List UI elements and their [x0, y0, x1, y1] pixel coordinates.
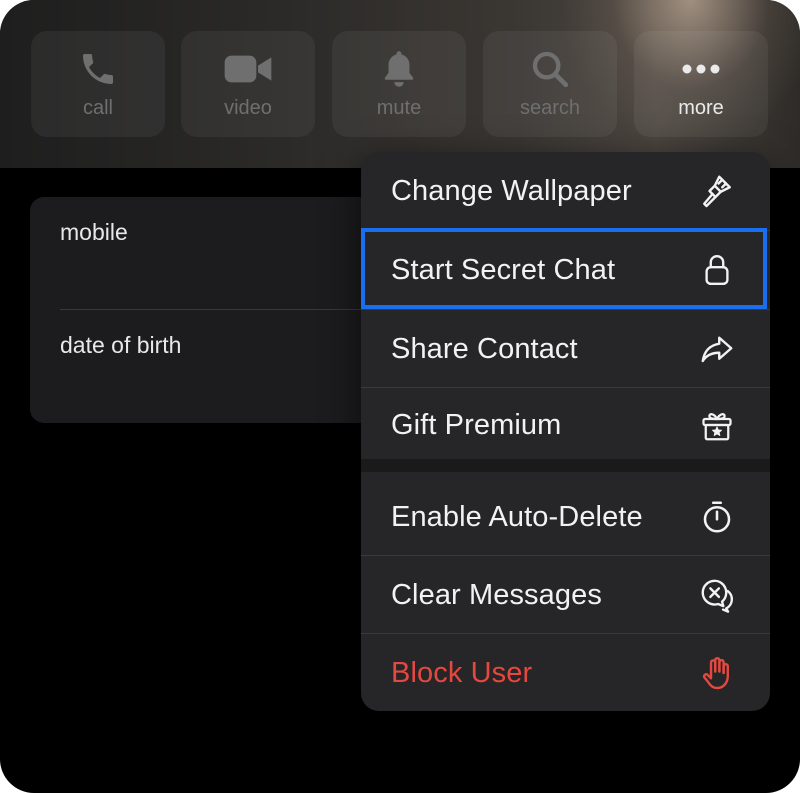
- search-icon: [530, 49, 570, 89]
- action-row: call video mute search more: [0, 0, 800, 168]
- more-options-menu: Change Wallpaper Start Secret Chat Share…: [361, 152, 770, 711]
- hand-icon: [698, 654, 736, 692]
- menu-item-start-secret-chat[interactable]: Start Secret Chat: [361, 231, 770, 309]
- video-camera-icon: [223, 49, 273, 89]
- video-label: video: [224, 97, 272, 119]
- menu-item-gift-premium[interactable]: Gift Premium: [361, 386, 770, 464]
- clear-chat-icon: [698, 576, 736, 614]
- call-label: call: [82, 97, 113, 119]
- gift-icon: [698, 406, 736, 444]
- menu-item-block-user[interactable]: Block User: [361, 634, 770, 711]
- info-divider: [60, 309, 410, 310]
- menu-item-change-wallpaper[interactable]: Change Wallpaper: [361, 152, 770, 230]
- menu-item-label: Change Wallpaper: [391, 174, 632, 207]
- contact-info-card: mobile date of birth: [30, 197, 410, 423]
- mute-label: mute: [376, 97, 422, 119]
- video-button[interactable]: video: [181, 31, 315, 137]
- more-button[interactable]: more: [634, 31, 768, 137]
- menu-item-share-contact[interactable]: Share Contact: [361, 310, 770, 388]
- lock-icon: [698, 251, 736, 289]
- mute-button[interactable]: mute: [332, 31, 466, 137]
- more-dots-icon: [681, 49, 721, 89]
- menu-item-label: Gift Premium: [391, 408, 562, 441]
- more-label: more: [678, 97, 724, 119]
- menu-item-clear-messages[interactable]: Clear Messages: [361, 556, 770, 634]
- profile-screen: call video mute search more mobile date …: [0, 0, 800, 793]
- menu-section-gap: [361, 459, 770, 472]
- mobile-label[interactable]: mobile: [60, 219, 128, 246]
- phone-icon: [78, 49, 118, 89]
- bell-icon: [380, 49, 418, 89]
- timer-icon: [698, 498, 736, 536]
- search-button[interactable]: search: [483, 31, 617, 137]
- menu-item-label: Start Secret Chat: [391, 253, 616, 286]
- share-arrow-icon: [698, 330, 736, 368]
- menu-item-enable-auto-delete[interactable]: Enable Auto-Delete: [361, 478, 770, 556]
- search-label: search: [519, 97, 581, 119]
- menu-item-label: Block User: [391, 656, 533, 689]
- menu-item-label: Clear Messages: [391, 578, 602, 611]
- call-button[interactable]: call: [31, 31, 165, 137]
- menu-item-label: Share Contact: [391, 332, 578, 365]
- menu-item-label: Enable Auto-Delete: [391, 500, 643, 533]
- paintbrush-icon: [698, 172, 736, 210]
- birth-date-label[interactable]: date of birth: [60, 332, 181, 359]
